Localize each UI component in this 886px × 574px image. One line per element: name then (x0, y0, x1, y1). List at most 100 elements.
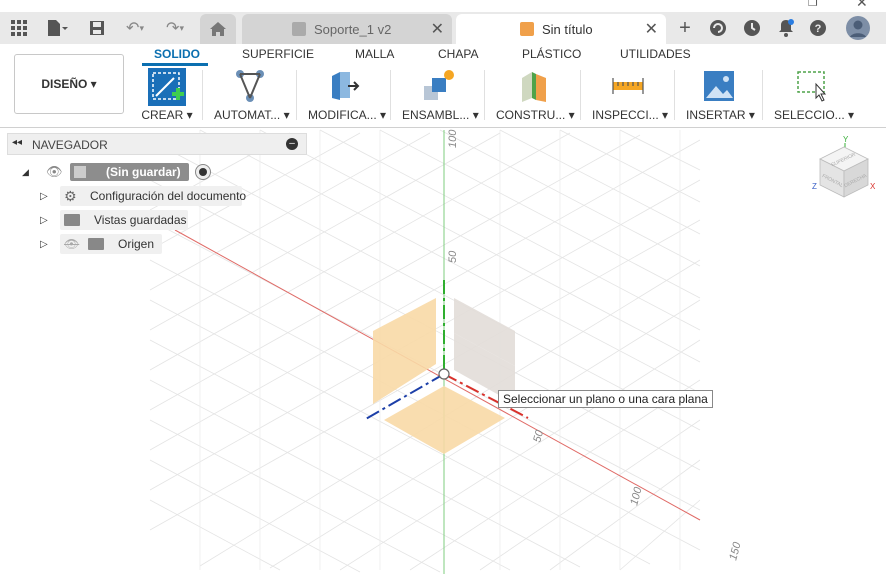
construct-icon (516, 68, 552, 104)
separator (390, 70, 391, 120)
axis-label-50-x: 50 (531, 428, 546, 444)
tab-superficie[interactable]: SUPERFICIE (242, 47, 314, 61)
close-tab-icon[interactable]: ✕ (431, 19, 444, 39)
axis-label-100: 100 (447, 129, 459, 148)
tree-node-saved-views[interactable]: ▷ Vistas guardadas (40, 210, 187, 230)
expand-triangle-icon[interactable]: ▷ (40, 191, 64, 202)
assemble-tool[interactable]: ENSAMBL... ▾ (402, 68, 479, 124)
viewcube[interactable]: Y SUPERIOR FRONTAL DERECHA Z X (806, 133, 886, 203)
viewcube-y-label: Y (843, 135, 849, 144)
selection-tooltip: Seleccionar un plano o una cara plana (498, 390, 713, 408)
assemble-icon (420, 68, 456, 104)
tab-soporte-label: Soporte_1 v2 (314, 21, 392, 37)
activate-radio-icon[interactable] (194, 164, 211, 180)
minimize-navigator-icon[interactable]: – (286, 138, 298, 150)
root-node-label: (Sin guardar) (106, 165, 181, 179)
tree-node-label: Vistas guardadas (94, 213, 187, 227)
automate-icon (232, 68, 268, 104)
expand-triangle-icon[interactable]: ▷ (40, 239, 64, 250)
inspect-tool[interactable]: INSPECCI... ▾ (592, 68, 669, 124)
insert-label: INSERTAR ▾ (686, 108, 755, 122)
create-tool[interactable]: CREAR ▾ (140, 68, 194, 124)
tab-plastico[interactable]: PLÁSTICO (522, 47, 581, 61)
undo-icon[interactable]: ↶ ▾ (118, 12, 152, 44)
separator (202, 70, 203, 120)
automate-label: AUTOMAT... ▾ (214, 108, 290, 122)
job-status-icon[interactable] (740, 12, 764, 44)
component-icon (292, 22, 306, 36)
folder-icon (64, 214, 80, 226)
tree-node-label: Origen (118, 237, 155, 251)
construct-tool[interactable]: CONSTRU... ▾ (496, 68, 575, 124)
component-orange-icon (520, 22, 534, 36)
toolbar-ribbon: SOLIDO SUPERFICIE MALLA CHAPA PLÁSTICO U… (0, 44, 886, 128)
help-icon[interactable]: ? (806, 12, 830, 44)
svg-text:?: ? (815, 23, 822, 35)
select-tool[interactable]: SELECCIO... ▾ (774, 68, 855, 124)
restore-window-icon[interactable]: ❐ (808, 0, 818, 9)
expand-triangle-icon[interactable]: ▷ (40, 215, 64, 226)
construct-label: CONSTRU... ▾ (496, 108, 575, 122)
insert-image-icon (701, 68, 737, 104)
separator (484, 70, 485, 120)
tab-solido[interactable]: SOLIDO (154, 47, 200, 61)
inspect-label: INSPECCI... ▾ (592, 108, 669, 122)
insert-tool[interactable]: INSERTAR ▾ (686, 68, 755, 124)
origin-point[interactable] (438, 368, 450, 380)
assemble-label: ENSAMBL... ▾ (402, 108, 479, 122)
extensions-icon[interactable] (706, 12, 730, 44)
viewcube-x-label: X (870, 182, 876, 191)
tab-malla[interactable]: MALLA (355, 47, 394, 61)
axis-label-50: 50 (447, 250, 459, 263)
inspect-icon (610, 68, 646, 104)
collapse-triangle-icon[interactable]: ◢ (22, 167, 42, 178)
notifications-icon[interactable] (774, 12, 798, 44)
x-axis-line (174, 229, 701, 521)
modify-label: MODIFICA... ▾ (308, 108, 387, 122)
tab-utilidades[interactable]: UTILIDADES (620, 47, 691, 61)
collapse-navigator-icon[interactable]: ◂◂ (12, 137, 22, 148)
tab-sin-titulo-label: Sin título (542, 21, 593, 37)
create-sketch-icon (148, 68, 186, 106)
tab-soporte[interactable]: Soporte_1 v2 ✕ (242, 14, 452, 44)
component-icon (74, 166, 86, 178)
axis-label-150-x: 150 (727, 540, 744, 562)
workspace-design-button[interactable]: DISEÑO ▾ (14, 54, 124, 114)
navigator-title: NAVEGADOR (32, 138, 108, 152)
hidden-eye-icon[interactable]: 👁 (64, 237, 88, 251)
separator (674, 70, 675, 120)
separator (762, 70, 763, 120)
active-tab-underline (142, 63, 208, 66)
save-icon[interactable] (84, 12, 110, 44)
separator (296, 70, 297, 120)
close-window-icon[interactable]: ✕ (856, 0, 868, 11)
window-top-strip: ❐ ✕ (0, 0, 886, 12)
tree-node-label: Configuración del documento (90, 189, 247, 203)
select-icon (794, 68, 830, 104)
root-component-chip: (Sin guardar) (70, 163, 189, 181)
tree-node-origin[interactable]: ▷ 👁 Origen (40, 234, 154, 254)
xz-plane[interactable] (384, 386, 505, 454)
tab-sin-titulo[interactable]: Sin título ✕ (456, 14, 666, 44)
file-menu-icon[interactable] (40, 12, 74, 44)
title-bar: ↶ ▾ ↷ ▾ Soporte_1 v2 ✕ Sin título ✕ + ? (0, 12, 886, 44)
select-label: SELECCIO... ▾ (774, 108, 855, 122)
tree-node-document-settings[interactable]: ▷ ⚙ Configuración del documento (40, 186, 246, 206)
close-tab-icon[interactable]: ✕ (645, 19, 658, 39)
navigator-header[interactable]: ◂◂ NAVEGADOR – (7, 133, 307, 155)
app-grid-icon[interactable] (6, 12, 32, 44)
redo-icon[interactable]: ↷ ▾ (158, 12, 192, 44)
user-avatar-icon[interactable] (844, 12, 872, 44)
gear-icon: ⚙ (64, 187, 77, 204)
visibility-eye-icon[interactable]: 👁 (46, 164, 68, 180)
home-icon[interactable] (200, 14, 236, 44)
modify-icon (326, 68, 362, 104)
automate-tool[interactable]: AUTOMAT... ▾ (214, 68, 290, 124)
folder-icon (88, 238, 104, 250)
new-tab-icon[interactable]: + (672, 12, 698, 44)
viewcube-z-label: Z (812, 182, 817, 191)
root-node[interactable]: ◢ 👁 (Sin guardar) (22, 162, 211, 182)
tab-chapa[interactable]: CHAPA (438, 47, 478, 61)
modify-tool[interactable]: MODIFICA... ▾ (308, 68, 387, 124)
create-label: CREAR ▾ (141, 108, 193, 122)
